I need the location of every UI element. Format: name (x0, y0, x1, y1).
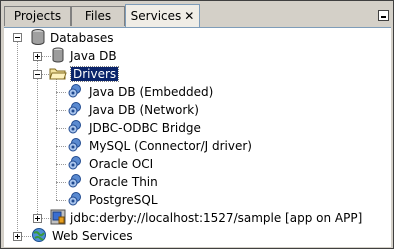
tree-node-driver[interactable]: PostgreSQL (89, 191, 158, 209)
tree-hline (56, 182, 66, 183)
tree-hline (56, 92, 66, 93)
tab-bar: Projects Files Services ✕ (1, 1, 393, 27)
tree-line-root (17, 42, 18, 239)
collapse-toggle-databases[interactable] (13, 33, 22, 42)
databases-label: Databases (50, 31, 114, 45)
close-icon[interactable]: ✕ (184, 9, 194, 23)
tree-node-javadb[interactable]: Java DB (70, 47, 117, 65)
driver-label: JDBC-ODBC Bridge (89, 121, 201, 135)
connection-label: jdbc:derby://localhost:1527/sample [app … (70, 211, 363, 225)
tree-hline (56, 128, 66, 129)
tree-node-driver[interactable]: MySQL (Connector/J driver) (89, 137, 252, 155)
tree-hline (56, 164, 66, 165)
minimize-button[interactable] (378, 10, 389, 21)
services-tree[interactable]: Databases Java DB Drivers jdbc:derby://l… (4, 27, 391, 247)
driver-icon (68, 102, 81, 116)
db-connection-icon (50, 209, 66, 225)
tree-hline (56, 110, 66, 111)
drivers-label: Drivers (69, 66, 120, 82)
tree-hline (56, 146, 66, 147)
tab-services[interactable]: Services ✕ (125, 4, 200, 27)
tree-node-driver[interactable]: Java DB (Embedded) (89, 83, 213, 101)
tree-node-connection[interactable]: jdbc:derby://localhost:1527/sample [app … (70, 209, 362, 227)
tree-line-databases (37, 60, 38, 216)
tab-files-label: Files (84, 9, 112, 23)
tab-projects-label: Projects (13, 9, 62, 23)
driver-icon (68, 120, 81, 134)
driver-label: PostgreSQL (89, 193, 158, 207)
tree-node-drivers[interactable]: Drivers (69, 65, 120, 83)
services-window: Projects Files Services ✕ Databases Java… (0, 0, 394, 249)
tab-files[interactable]: Files (71, 6, 125, 26)
tree-hline (21, 236, 31, 237)
tree-node-databases[interactable]: Databases (50, 29, 114, 47)
driver-label: Java DB (Embedded) (89, 85, 214, 99)
web-services-label: Web Services (52, 229, 133, 243)
database-icon (31, 29, 45, 45)
folder-open-icon (49, 68, 67, 80)
java-db-icon (52, 47, 64, 63)
tree-node-driver[interactable]: JDBC-ODBC Bridge (89, 119, 201, 137)
driver-icon (68, 192, 81, 206)
driver-label: Oracle Thin (89, 175, 158, 189)
driver-icon (68, 138, 81, 152)
tab-projects[interactable]: Projects (4, 6, 71, 26)
driver-icon (68, 174, 81, 188)
tree-node-driver[interactable]: Oracle Thin (89, 173, 158, 191)
javadb-label: Java DB (70, 49, 117, 63)
expand-toggle-connection[interactable] (33, 214, 42, 223)
tree-node-web-services[interactable]: Web Services (52, 227, 133, 245)
driver-icon (68, 156, 81, 170)
tree-hline (56, 200, 66, 201)
web-services-icon (32, 228, 46, 242)
tab-services-label: Services (130, 9, 182, 23)
expand-toggle-web-services[interactable] (13, 232, 22, 241)
tree-hline (41, 56, 51, 57)
expand-toggle-javadb[interactable] (33, 52, 42, 61)
collapse-toggle-drivers[interactable] (33, 70, 42, 79)
driver-icon (68, 84, 81, 98)
driver-label: Oracle OCI (89, 157, 154, 171)
driver-label: MySQL (Connector/J driver) (89, 139, 252, 153)
driver-label: Java DB (Network) (89, 103, 199, 117)
tree-node-driver[interactable]: Java DB (Network) (89, 101, 199, 119)
tree-node-driver[interactable]: Oracle OCI (89, 155, 153, 173)
